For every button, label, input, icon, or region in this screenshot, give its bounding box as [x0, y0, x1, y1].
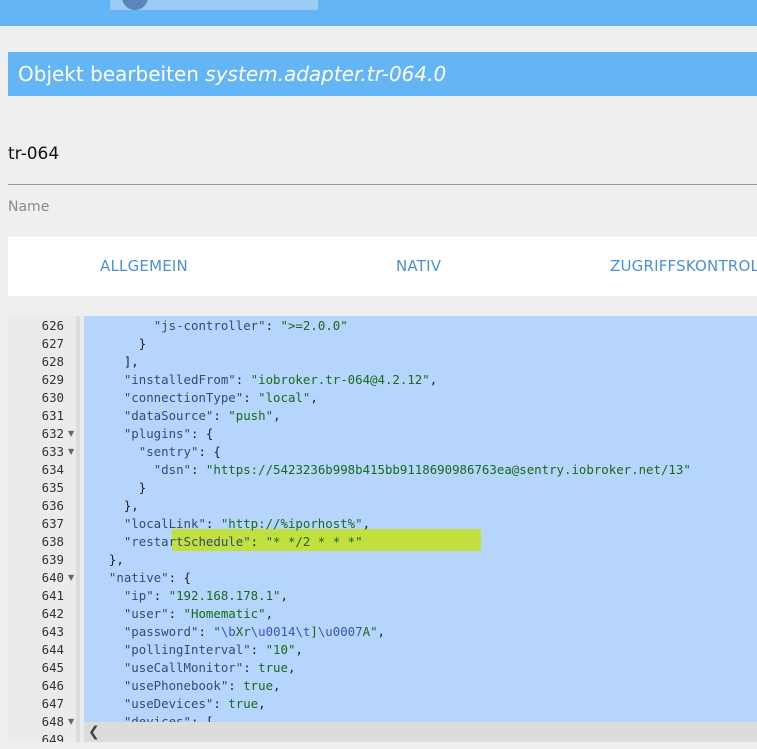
horizontal-scrollbar[interactable]: ❮	[84, 722, 757, 742]
code-line: "usePhonebook": true,	[123, 678, 281, 693]
code-line: "password": "\bXr\u0014\t]\u0007A",	[123, 624, 385, 639]
code-line: "ip": "192.168.178.1",	[123, 588, 288, 603]
app-top-bar	[0, 0, 757, 26]
name-input-label: Name	[8, 199, 50, 215]
tab-bar: ALLGEMEIN NATIV ZUGRIFFSKONTROLLE	[8, 237, 757, 296]
line-number: 639	[41, 552, 64, 567]
code-line: "dsn": "https://5423236b998b415bb9118690…	[153, 462, 691, 477]
code-line: "sentry": {	[138, 444, 221, 459]
code-line: "devices": [	[123, 714, 214, 722]
code-line: },	[94, 498, 139, 513]
line-number: 640	[41, 570, 64, 585]
line-number: 646	[41, 678, 64, 693]
line-number: 630	[41, 390, 64, 405]
line-number: 638	[41, 534, 64, 549]
line-number: 627	[41, 336, 64, 351]
code-line: "installedFrom": "iobroker.tr-064@4.2.12…	[123, 372, 438, 387]
code-line: "plugins": {	[123, 426, 214, 441]
code-line: },	[94, 552, 124, 567]
tab-general[interactable]: ALLGEMEIN	[100, 237, 188, 296]
code-line: "localLink": "http://%iporhost%",	[123, 516, 371, 531]
line-number: 632	[41, 426, 64, 441]
dialog-title-prefix: Objekt bearbeiten	[18, 62, 199, 86]
scroll-left-icon[interactable]: ❮	[88, 722, 100, 742]
line-number: 637	[41, 516, 64, 531]
tab-access-control[interactable]: ZUGRIFFSKONTROLLE	[610, 237, 757, 296]
fold-toggle-icon[interactable]: ▼	[68, 443, 76, 461]
line-number: 649	[41, 732, 64, 742]
name-input[interactable]: tr-064	[8, 144, 59, 164]
fold-toggle-icon[interactable]: ▼	[68, 713, 76, 731]
line-number: 626	[41, 318, 64, 333]
code-line: "dataSource": "push",	[123, 408, 281, 423]
code-line: "useCallMonitor": true,	[123, 660, 296, 675]
avatar-icon	[122, 0, 148, 10]
line-number: 641	[41, 588, 64, 603]
top-bar-search-widget[interactable]	[110, 0, 318, 10]
code-line: }	[94, 336, 147, 351]
line-number-gutter: 626 627 628 629 630 631 632 ▼ 633 ▼ 634 635 636 637 63…	[8, 316, 80, 742]
line-number: 645	[41, 660, 64, 675]
code-line: "native": {	[108, 570, 191, 585]
code-line: }	[94, 480, 147, 495]
line-number: 642	[41, 606, 64, 621]
fold-toggle-icon[interactable]: ▼	[68, 569, 76, 587]
code-line: ],	[94, 354, 139, 369]
json-editor[interactable]: 626 627 628 629 630 631 632 ▼ 633 ▼ 634 635 636 637 63…	[8, 316, 757, 742]
dialog-title: Objekt bearbeiten system.adapter.tr-064.…	[8, 52, 757, 96]
line-number: 647	[41, 696, 64, 711]
code-line: "connectionType": "local",	[123, 390, 318, 405]
code-area[interactable]: "js-controller": ">=2.0.0" } ], "install…	[84, 316, 757, 722]
code-line: "pollingInterval": "10",	[123, 642, 303, 657]
code-line: "restartSchedule": "* */2 * * *"	[123, 534, 363, 549]
line-number: 634	[41, 462, 64, 477]
line-number: 636	[41, 498, 64, 513]
code-line: "user": "Homematic",	[123, 606, 274, 621]
code-line: "useDevices": true,	[123, 696, 266, 711]
line-number: 633	[41, 444, 64, 459]
line-number: 644	[41, 642, 64, 657]
fold-toggle-icon[interactable]: ▼	[68, 425, 76, 443]
line-number: 628	[41, 354, 64, 369]
code-line: "js-controller": ">=2.0.0"	[153, 318, 348, 333]
line-number: 648	[41, 714, 64, 729]
line-number: 635	[41, 480, 64, 495]
line-number: 629	[41, 372, 64, 387]
line-number: 643	[41, 624, 64, 639]
dialog-object-id: system.adapter.tr-064.0	[205, 62, 447, 86]
tab-native[interactable]: NATIV	[396, 237, 441, 296]
line-number: 631	[41, 408, 64, 423]
name-input-underline	[8, 184, 757, 185]
